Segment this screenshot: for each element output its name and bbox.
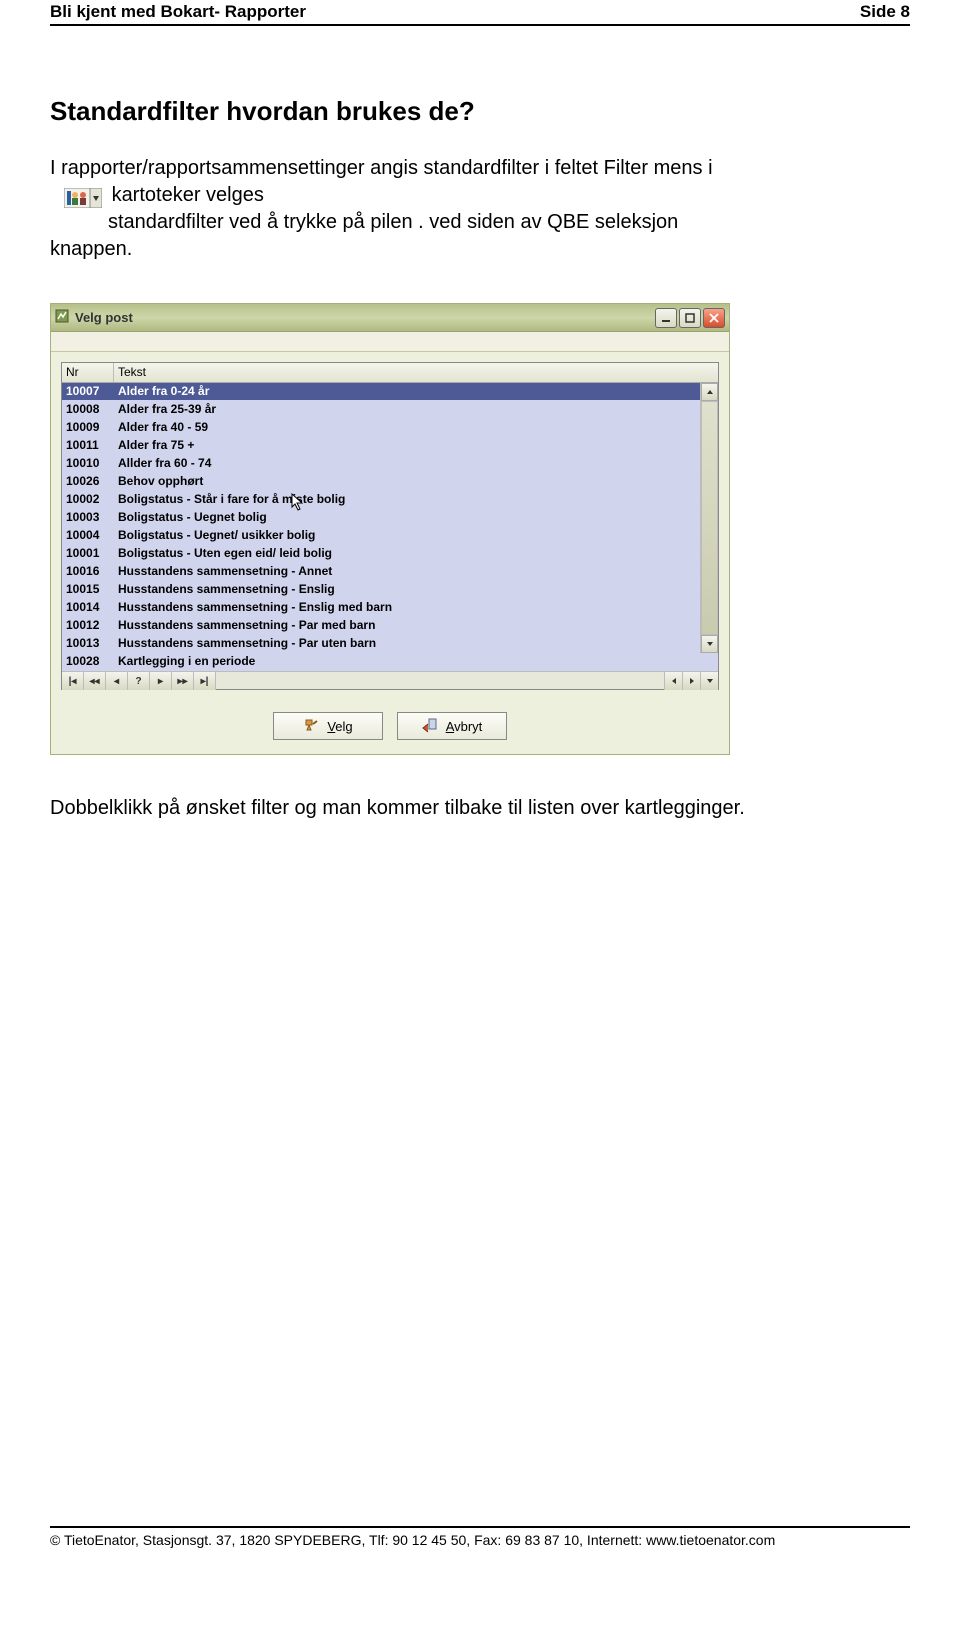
table-row[interactable]: 10016Husstandens sammensetning - Annet bbox=[62, 563, 718, 581]
hscroll-down-button[interactable] bbox=[700, 672, 718, 690]
table-row[interactable]: 10009Alder fra 40 - 59 bbox=[62, 419, 718, 437]
cell-nr: 10014 bbox=[62, 599, 114, 616]
titlebar: Velg post bbox=[51, 304, 729, 332]
cell-nr: 10004 bbox=[62, 527, 114, 544]
table-row[interactable]: 10014Husstandens sammensetning - Enslig … bbox=[62, 599, 718, 617]
cell-nr: 10002 bbox=[62, 491, 114, 508]
table-row[interactable]: 10008Alder fra 25-39 år bbox=[62, 401, 718, 419]
cell-tekst: Kartlegging i en periode bbox=[114, 653, 718, 670]
cell-tekst: Husstandens sammensetning - Annet bbox=[114, 563, 718, 580]
velg-button[interactable]: Velg bbox=[273, 712, 383, 740]
cell-nr: 10001 bbox=[62, 545, 114, 562]
avbryt-label-rest: vbryt bbox=[454, 719, 482, 734]
cell-nr: 10011 bbox=[62, 437, 114, 454]
table-row[interactable]: 10026Behov opphørt bbox=[62, 473, 718, 491]
list-grid[interactable]: Nr Tekst 10007Alder fra 0-24 år10008Alde… bbox=[61, 362, 719, 690]
table-row[interactable]: 10011Alder fra 75 + bbox=[62, 437, 718, 455]
dialog-buttons: Velg Avbryt bbox=[51, 696, 729, 754]
cell-tekst: Boligstatus - Uten egen eid/ leid bolig bbox=[114, 545, 718, 562]
para-line1: I rapporter/rapportsammensettinger angis… bbox=[50, 157, 713, 179]
record-nav-button[interactable]: ◂◂ bbox=[84, 672, 106, 690]
velg-label-rest: elg bbox=[335, 719, 352, 734]
cell-nr: 10028 bbox=[62, 653, 114, 670]
record-nav-button[interactable]: |◂ bbox=[62, 672, 84, 690]
header-left: Bli kjent med Bokart- Rapporter bbox=[50, 2, 306, 22]
cell-tekst: Boligstatus - Står i fare for å miste bo… bbox=[114, 491, 718, 508]
page-header: Bli kjent med Bokart- Rapporter Side 8 bbox=[50, 0, 910, 26]
cell-tekst: Alder fra 40 - 59 bbox=[114, 419, 718, 436]
table-row[interactable]: 10001Boligstatus - Uten egen eid/ leid b… bbox=[62, 545, 718, 563]
record-nav-button[interactable]: ▸| bbox=[194, 672, 216, 690]
cell-tekst: Husstandens sammensetning - Par med barn bbox=[114, 617, 718, 634]
para-line2a: kartoteker velges bbox=[112, 184, 264, 206]
cell-tekst: Behov opphørt bbox=[114, 473, 718, 490]
page-footer: © TietoEnator, Stasjonsgt. 37, 1820 SPYD… bbox=[50, 1526, 910, 1548]
col-header-nr[interactable]: Nr bbox=[62, 363, 114, 382]
hscroll-left-button[interactable] bbox=[664, 672, 682, 690]
scroll-down-button[interactable] bbox=[701, 635, 718, 653]
cell-tekst: Alder fra 25-39 år bbox=[114, 401, 718, 418]
menubar bbox=[51, 332, 729, 352]
cell-nr: 10010 bbox=[62, 455, 114, 472]
avbryt-button[interactable]: Avbryt bbox=[397, 712, 507, 740]
para-line3: knappen. bbox=[50, 238, 132, 260]
para-line2b: standardfilter ved å trykke på pilen . v… bbox=[108, 211, 678, 233]
avbryt-underline: A bbox=[446, 719, 454, 734]
close-button[interactable] bbox=[703, 308, 725, 328]
hscroll-track[interactable] bbox=[216, 672, 664, 689]
minimize-button[interactable] bbox=[655, 308, 677, 328]
cell-tekst: Husstandens sammensetning - Enslig med b… bbox=[114, 599, 718, 616]
table-row[interactable]: 10003Boligstatus - Uegnet bolig bbox=[62, 509, 718, 527]
table-row[interactable]: 10002Boligstatus - Står i fare for å mis… bbox=[62, 491, 718, 509]
record-nav-button[interactable]: ◂ bbox=[106, 672, 128, 690]
cell-tekst: Alder fra 0-24 år bbox=[114, 383, 718, 400]
cell-tekst: Husstandens sammensetning - Enslig bbox=[114, 581, 718, 598]
cell-nr: 10008 bbox=[62, 401, 114, 418]
window-title: Velg post bbox=[75, 310, 133, 325]
table-row[interactable]: 10007Alder fra 0-24 år bbox=[62, 383, 718, 401]
velg-icon bbox=[303, 718, 319, 734]
scroll-thumb[interactable] bbox=[701, 401, 718, 635]
record-nav-button[interactable]: ▸ bbox=[150, 672, 172, 690]
cell-nr: 10015 bbox=[62, 581, 114, 598]
cell-nr: 10016 bbox=[62, 563, 114, 580]
window-icon bbox=[55, 309, 69, 326]
velg-post-window: Velg post Nr Tekst bbox=[50, 303, 730, 755]
table-row[interactable]: 10013Husstandens sammensetning - Par ute… bbox=[62, 635, 718, 653]
cell-nr: 10013 bbox=[62, 635, 114, 652]
cell-nr: 10009 bbox=[62, 419, 114, 436]
header-right: Side 8 bbox=[860, 2, 910, 22]
table-row[interactable]: 10015Husstandens sammensetning - Enslig bbox=[62, 581, 718, 599]
table-row[interactable]: 10010Allder fra 60 - 74 bbox=[62, 455, 718, 473]
table-row[interactable]: 10004Boligstatus - Uegnet/ usikker bolig bbox=[62, 527, 718, 545]
list-body: 10007Alder fra 0-24 år10008Alder fra 25-… bbox=[62, 383, 718, 671]
maximize-button[interactable] bbox=[679, 308, 701, 328]
section-title: Standardfilter hvordan brukes de? bbox=[50, 96, 910, 127]
cell-tekst: Boligstatus - Uegnet/ usikker bolig bbox=[114, 527, 718, 544]
after-paragraph: Dobbelklikk på ønsket filter og man komm… bbox=[50, 795, 910, 822]
scroll-up-button[interactable] bbox=[701, 383, 718, 401]
cell-nr: 10012 bbox=[62, 617, 114, 634]
list-header: Nr Tekst bbox=[62, 363, 718, 383]
hscroll-right-button[interactable] bbox=[682, 672, 700, 690]
col-header-tekst[interactable]: Tekst bbox=[114, 363, 718, 382]
body-paragraph: I rapporter/rapportsammensettinger angis… bbox=[50, 155, 910, 263]
kartotek-dropdown-icon bbox=[64, 188, 102, 208]
cell-tekst: Husstandens sammensetning - Par uten bar… bbox=[114, 635, 718, 652]
record-nav-button[interactable]: ? bbox=[128, 672, 150, 690]
record-nav-strip: |◂◂◂◂?▸▸▸▸| bbox=[62, 671, 718, 689]
avbryt-icon bbox=[422, 718, 438, 734]
cell-tekst: Alder fra 75 + bbox=[114, 437, 718, 454]
record-nav-button[interactable]: ▸▸ bbox=[172, 672, 194, 690]
cell-nr: 10003 bbox=[62, 509, 114, 526]
cell-nr: 10026 bbox=[62, 473, 114, 490]
table-row[interactable]: 10012Husstandens sammensetning - Par med… bbox=[62, 617, 718, 635]
table-row[interactable]: 10028Kartlegging i en periode bbox=[62, 653, 718, 671]
cell-tekst: Allder fra 60 - 74 bbox=[114, 455, 718, 472]
vertical-scrollbar[interactable] bbox=[700, 383, 718, 653]
cell-nr: 10007 bbox=[62, 383, 114, 400]
cell-tekst: Boligstatus - Uegnet bolig bbox=[114, 509, 718, 526]
